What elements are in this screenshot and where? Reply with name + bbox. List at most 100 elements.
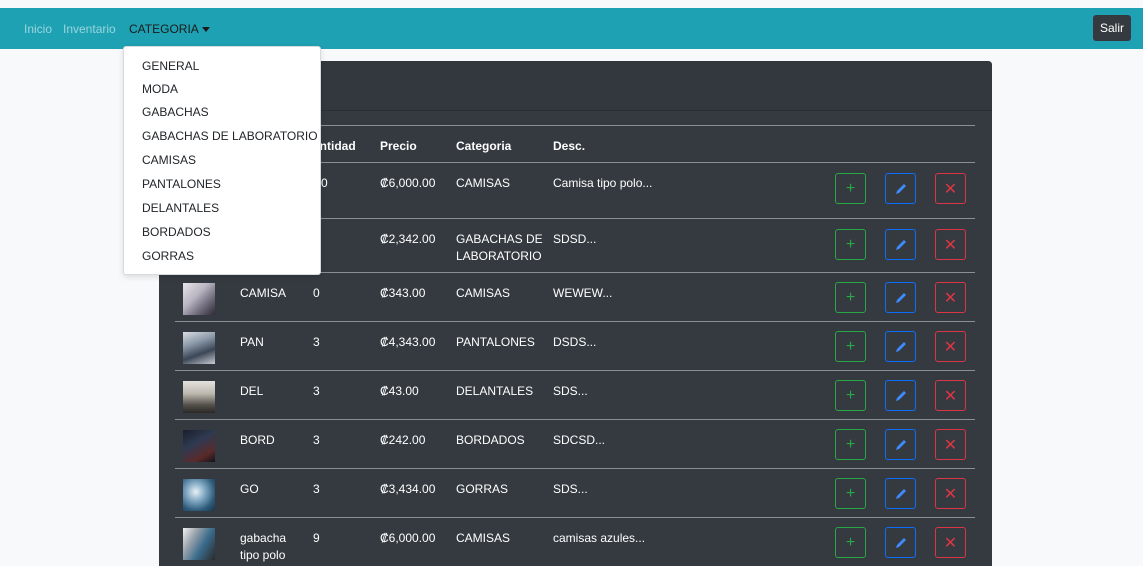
edit-button[interactable] [885,331,916,362]
row-description: SDS... [553,384,588,398]
dropdown-item-general[interactable]: GENERAL [142,59,199,73]
dropdown-item-pantalones[interactable]: PANTALONES [142,177,221,191]
nav-dropdown-categoria[interactable]: CATEGORIA [129,22,210,36]
table-row: BORD 3 ₡242.00 BORDADOS SDCSD... + ✕ [159,420,992,468]
pencil-icon [895,488,906,499]
row-quantity: 3 [313,433,320,447]
row-name: PAN [240,335,264,349]
pencil-icon [895,390,906,401]
add-button[interactable]: + [835,478,866,509]
row-category: DELANTALES [456,384,534,398]
delete-button[interactable]: ✕ [935,478,966,509]
dropdown-item-moda[interactable]: MODA [142,82,178,96]
row-description: SDCSD... [553,433,606,447]
x-icon: ✕ [943,180,958,198]
edit-button[interactable] [885,478,916,509]
nav-dropdown-label: CATEGORIA [129,22,199,36]
edit-button[interactable] [885,282,916,313]
column-header-precio: Precio [380,139,417,153]
edit-button[interactable] [885,229,916,260]
add-button[interactable]: + [835,527,866,558]
product-thumbnail [183,283,215,315]
row-price: ₡6,000.00 [380,531,436,545]
row-description: camisas azules... [553,531,646,545]
row-name: BORD [240,433,275,447]
delete-button[interactable]: ✕ [935,380,966,411]
row-price: ₡343.00 [380,286,426,300]
delete-button[interactable]: ✕ [935,229,966,260]
row-quantity: 3 [313,482,320,496]
column-header-desc: Desc. [553,139,586,153]
row-price: ₡4,343.00 [380,335,436,349]
row-description: SDSD... [553,232,597,246]
product-thumbnail [183,528,215,560]
row-description: WEWEW... [553,286,613,300]
pencil-icon [895,239,906,250]
row-category: CAMISAS [456,531,511,545]
plus-icon: + [845,435,856,453]
add-button[interactable]: + [835,380,866,411]
dropdown-item-camisas[interactable]: CAMISAS [142,153,196,167]
add-button[interactable]: + [835,429,866,460]
edit-button[interactable] [885,173,916,204]
row-category: CAMISAS [456,286,511,300]
delete-button[interactable]: ✕ [935,429,966,460]
plus-icon: + [845,235,856,253]
row-name: CAMISA [240,286,287,300]
plus-icon: + [845,288,856,306]
categoria-dropdown-menu: GENERAL MODA GABACHAS GABACHAS DE LABORA… [123,46,321,275]
dropdown-item-gorras[interactable]: GORRAS [142,249,194,263]
dropdown-item-bordados[interactable]: BORDADOS [142,225,211,239]
table-row: CAMISA 0 ₡343.00 CAMISAS WEWEW... + ✕ [159,273,992,321]
row-quantity: 0 [321,176,328,190]
delete-button[interactable]: ✕ [935,173,966,204]
row-category: BORDADOS [456,433,525,447]
dropdown-item-gabachas-laboratorio[interactable]: GABACHAS DE LABORATORIO [142,129,318,143]
x-icon: ✕ [943,236,958,254]
product-thumbnail [183,332,215,364]
logout-button[interactable]: Salir [1093,15,1131,41]
nav-link-inicio[interactable]: Inicio [24,22,52,36]
product-thumbnail [183,479,215,511]
row-price: ₡242.00 [380,433,426,447]
delete-button[interactable]: ✕ [935,331,966,362]
x-icon: ✕ [943,436,958,454]
dropdown-item-gabachas[interactable]: GABACHAS [142,105,209,119]
caret-down-icon [201,27,210,33]
row-category: PANTALONES [456,335,535,349]
edit-button[interactable] [885,380,916,411]
add-button[interactable]: + [835,173,866,204]
table-row: PAN 3 ₡4,343.00 PANTALONES DSDS... + ✕ [159,322,992,370]
row-category: GABACHAS DE LABORATORIO [456,232,543,263]
pencil-icon [895,341,906,352]
add-button[interactable]: + [835,331,866,362]
pencil-icon [895,439,906,450]
plus-icon: + [845,386,856,404]
edit-button[interactable] [885,429,916,460]
row-description: SDS... [553,482,588,496]
delete-button[interactable]: ✕ [935,527,966,558]
pencil-icon [895,183,906,194]
add-button[interactable]: + [835,229,866,260]
row-quantity: 3 [313,384,320,398]
dropdown-item-delantales[interactable]: DELANTALES [142,201,219,215]
row-name: GO [240,482,259,496]
nav-link-inventario[interactable]: Inventario [63,22,116,36]
row-description: DSDS... [553,335,597,349]
plus-icon: + [845,337,856,355]
product-thumbnail [183,430,215,462]
pencil-icon [895,537,906,548]
column-header-categoria: Categoria [456,139,512,153]
row-category: GORRAS [456,482,509,496]
row-price: ₡43.00 [380,384,419,398]
plus-icon: + [845,484,856,502]
x-icon: ✕ [943,289,958,307]
delete-button[interactable]: ✕ [935,282,966,313]
navbar: Inicio Inventario CATEGORIA Salir [0,8,1143,49]
x-icon: ✕ [943,534,958,552]
row-quantity: 3 [313,335,320,349]
plus-icon: + [845,179,856,197]
add-button[interactable]: + [835,282,866,313]
edit-button[interactable] [885,527,916,558]
table-row: gabacha tipo polo 9 ₡6,000.00 CAMISAS ca… [159,518,992,566]
